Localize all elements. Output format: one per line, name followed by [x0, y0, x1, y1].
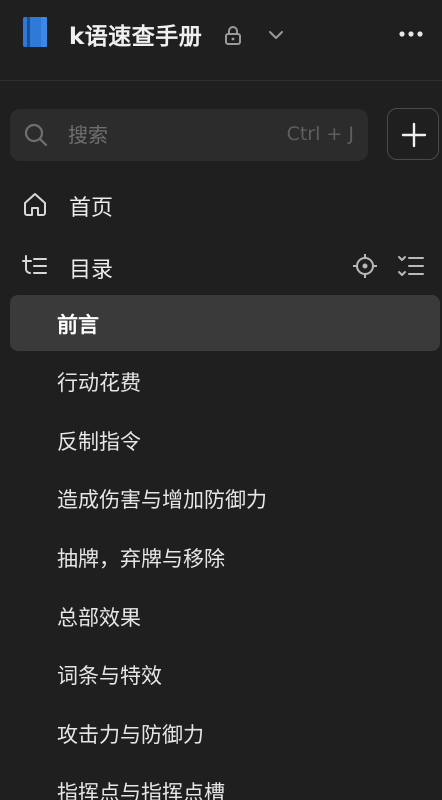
toc-item-label: 词条与特效 [57, 664, 162, 688]
toc-item[interactable]: 反制指令 [10, 412, 440, 468]
toc-item[interactable]: 词条与特效 [10, 646, 440, 702]
lock-icon [225, 26, 241, 45]
toc-item[interactable]: 指挥点与指挥点槽 [10, 763, 440, 800]
book-icon [23, 17, 47, 47]
toc-item-label: 攻击力与防御力 [57, 723, 204, 747]
toc-item[interactable]: 行动花费 [10, 353, 440, 409]
collapse-list-icon[interactable] [397, 252, 425, 280]
add-button[interactable] [387, 108, 439, 160]
toc-item[interactable]: 前言 [10, 295, 440, 351]
toc-item-label: 指挥点与指挥点槽 [57, 781, 225, 800]
toc-item[interactable]: 抽牌，弃牌与移除 [10, 529, 440, 585]
toc-item[interactable]: 攻击力与防御力 [10, 705, 440, 761]
search-input[interactable] [68, 117, 268, 153]
toc-item-label: 行动花费 [57, 371, 141, 395]
more-icon[interactable] [396, 24, 426, 44]
toc-item[interactable]: 造成伤害与增加防御力 [10, 470, 440, 526]
header: k语速查手册 [0, 0, 442, 81]
toc-item[interactable]: 总部效果 [10, 588, 440, 644]
toc-item-label: 造成伤害与增加防御力 [57, 488, 267, 512]
nav-toc-label: 目录 [69, 258, 114, 283]
plus-icon [401, 122, 427, 148]
home-icon [24, 193, 46, 216]
locate-icon[interactable] [351, 252, 379, 280]
space-title[interactable]: k语速查手册 [69, 17, 202, 51]
sidebar: k语速查手册 Ctrl + J 首 [0, 0, 442, 800]
search-box[interactable]: Ctrl + J [10, 109, 368, 161]
toc-item-label: 抽牌，弃牌与移除 [57, 547, 225, 571]
toc-item-label: 总部效果 [57, 606, 141, 630]
nav-home[interactable]: 首页 [0, 178, 442, 230]
search-shortcut: Ctrl + J [286, 123, 354, 145]
toc-icon [22, 255, 47, 274]
toc-item-label: 反制指令 [57, 430, 141, 454]
search-icon [24, 123, 48, 147]
nav-home-label: 首页 [69, 196, 114, 221]
nav-toc[interactable]: 目录 [0, 240, 442, 292]
toc-item-label: 前言 [57, 313, 99, 337]
chevron-down-icon[interactable] [265, 27, 287, 43]
